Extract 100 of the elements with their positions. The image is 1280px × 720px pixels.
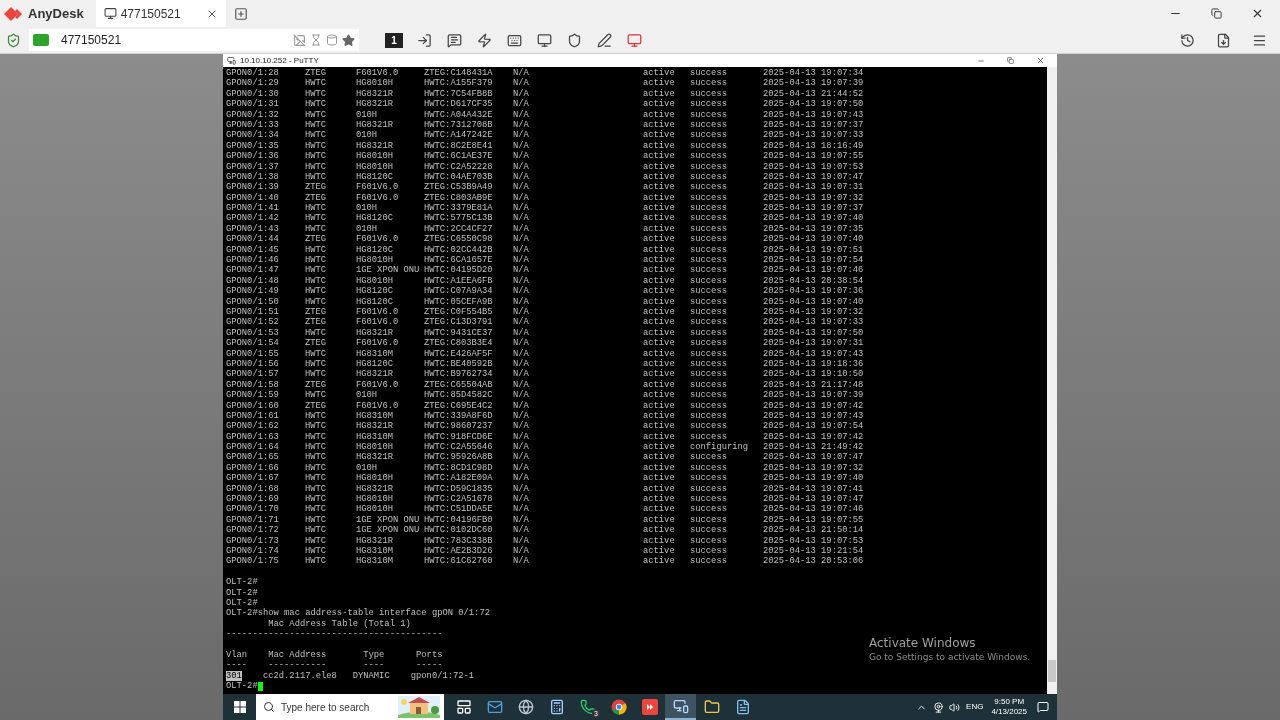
terminal-cell-text: 2025-04-13 19:07:32 xyxy=(763,307,865,318)
terminal-cell-text: success xyxy=(690,494,728,505)
terminal-cell-text: 010H xyxy=(356,223,379,235)
terminal-cell-text: GPON0/1:50 xyxy=(226,296,280,307)
star-icon[interactable] xyxy=(342,33,355,47)
terminal-cell-text: 2025-04-13 19:07:50 xyxy=(763,99,865,110)
terminal-cell-text: active xyxy=(643,88,676,99)
session-tab[interactable]: 477150521 xyxy=(95,0,226,27)
terminal-cell-text: 2025-04-13 19:07:40 xyxy=(763,473,865,484)
terminal-cell-text: GPON0/1:29 xyxy=(226,78,280,89)
terminal-cell-text: success xyxy=(690,109,728,120)
terminal-cell-text: N/A xyxy=(513,545,530,556)
terminal-cell-text: HWTC xyxy=(305,151,328,162)
terminal-cell-text: 2025-04-13 19:10:50 xyxy=(763,369,865,380)
terminal-cell-text: N/A xyxy=(513,286,530,297)
start-icon[interactable] xyxy=(234,701,246,713)
terminal-cell-text: GPON0/1:65 xyxy=(226,452,280,463)
terminal-cell-text: active xyxy=(643,244,676,255)
terminal-cell-text: active xyxy=(643,400,676,411)
logo-icon xyxy=(4,6,24,21)
webcam-icon[interactable] xyxy=(933,701,945,713)
terminal-cell-text: 010H xyxy=(356,130,379,141)
terminal-cell-text: N/A xyxy=(513,452,530,463)
terminal-cell-text: HWTC:783C338B xyxy=(424,535,494,546)
terminal-cell-text: active xyxy=(643,140,676,151)
terminal-cell-text: GPON0/1:32 xyxy=(226,109,280,120)
terminal-cell-text: 2025-04-13 19:07:46 xyxy=(763,265,865,276)
search-field[interactable]: Type here to search xyxy=(281,699,393,715)
terminal-cell-text: HWTC:B9762734 xyxy=(424,369,494,380)
terminal-cell-text: HG8120C xyxy=(356,171,394,183)
terminal-cell-text: success xyxy=(690,504,728,515)
terminal-cell-text: GPON0/1:34 xyxy=(226,130,280,141)
terminal-cell-text: HWTC xyxy=(305,88,328,100)
terminal-cell-text: GPON0/1:35 xyxy=(226,140,280,151)
terminal-line: OLT-2# xyxy=(226,597,258,608)
terminal-cell-text: GPON0/1:70 xyxy=(226,504,280,515)
terminal-cell-text: HWTC xyxy=(305,348,328,359)
terminal-cell-text: success xyxy=(690,307,728,318)
language-indicator[interactable]: ENG xyxy=(966,701,984,713)
terminal-cell-text: HWTC:E426AF5F xyxy=(424,348,494,359)
scrollbar-thumb[interactable] xyxy=(1048,660,1056,682)
terminal-cell-text: GPON0/1:66 xyxy=(226,462,280,473)
terminal-cell-text: success xyxy=(690,119,728,131)
display-button[interactable]: 1 xyxy=(385,32,403,48)
terminal-cell-text: N/A xyxy=(513,78,530,89)
close-icon[interactable] xyxy=(1251,7,1264,20)
terminal-cell-text: 2025-04-13 19:07:43 xyxy=(763,410,865,422)
search-box[interactable]: Type here to search xyxy=(256,694,444,720)
close-icon[interactable] xyxy=(1036,56,1045,65)
terminal-cell-text: success xyxy=(690,171,728,183)
image-icon xyxy=(293,33,306,47)
new-tab-icon[interactable] xyxy=(233,6,248,21)
terminal-cell-text: HG8321R xyxy=(356,421,394,432)
terminal-cell-text: 2025-04-13 19:07:43 xyxy=(763,109,865,120)
terminal-cell-text: ZTEG:C65504AB xyxy=(424,379,494,391)
tab-title: 477150521 xyxy=(120,5,182,23)
activation-subtitle: Go to Settings to activate Windows. xyxy=(869,651,1031,664)
terminal-cell-text: HWTC:04196FB0 xyxy=(424,514,494,526)
terminal-cell-text: N/A xyxy=(513,140,530,151)
terminal-cell-text: GPON0/1:60 xyxy=(226,400,280,411)
terminal-cell-text: ZTEG xyxy=(305,379,328,391)
notification-icon[interactable] xyxy=(1037,701,1049,713)
terminal-cell-text: GPON0/1:38 xyxy=(226,171,280,182)
terminal-cell-text: GPON0/1:30 xyxy=(226,88,280,99)
terminal-cell-text: F601V6.0 xyxy=(356,400,400,411)
terminal-cell-text: active xyxy=(643,151,676,162)
terminal-cell-text: HWTC xyxy=(305,213,328,224)
terminal-cell-text: HWTC xyxy=(305,203,328,214)
restore-icon[interactable] xyxy=(1007,57,1014,64)
restore-icon[interactable] xyxy=(1211,8,1222,19)
terminal-cell-text: 010H xyxy=(356,462,379,474)
terminal-cell-text: active xyxy=(643,431,676,442)
terminal-cell-text: active xyxy=(643,556,676,567)
terminal-cell-text: HG8010H xyxy=(356,473,394,484)
terminal-cell-text: 2025-04-13 18:16:49 xyxy=(763,140,865,152)
terminal-cell-text: ZTEG:C803B3E4 xyxy=(424,338,494,349)
cylinder-icon xyxy=(326,34,338,46)
terminal-cell-text: ZTEG xyxy=(305,338,328,349)
terminal-cell-text: HWTC:6C1AE37E xyxy=(424,151,494,162)
terminal-cell-text: HWTC xyxy=(305,442,328,453)
terminal-cell-text: HG8321R xyxy=(356,483,394,494)
terminal-icon xyxy=(227,56,236,65)
terminal-cell-text: HWTC xyxy=(305,327,328,339)
address-field[interactable]: 477150521 xyxy=(29,29,359,51)
terminal-cell-text: active xyxy=(643,213,676,224)
terminal-cell-text: 2025-04-13 19:07:34 xyxy=(763,68,865,79)
terminal-cell-text: success xyxy=(690,556,728,567)
terminal-cell-text: active xyxy=(643,390,676,401)
terminal-cell-text: GPON0/1:73 xyxy=(226,535,280,546)
terminal-cell-text: active xyxy=(643,296,676,307)
terminal-cell-text: active xyxy=(643,99,676,110)
terminal-cell-text: HWTC:C07A9A34 xyxy=(424,286,494,297)
terminal-cell-text: active xyxy=(643,504,676,515)
terminal-cell-text: GPON0/1:49 xyxy=(226,286,280,297)
terminal-cell-text: HWTC xyxy=(305,119,328,131)
terminal-cell-text: active xyxy=(643,275,676,286)
terminal-cell-text: HWTC xyxy=(305,255,328,266)
terminal-line: ----------------------------------------- xyxy=(226,629,443,640)
terminal-cell-text: F601V6.0 xyxy=(356,182,400,193)
volume-icon[interactable] xyxy=(949,701,961,713)
